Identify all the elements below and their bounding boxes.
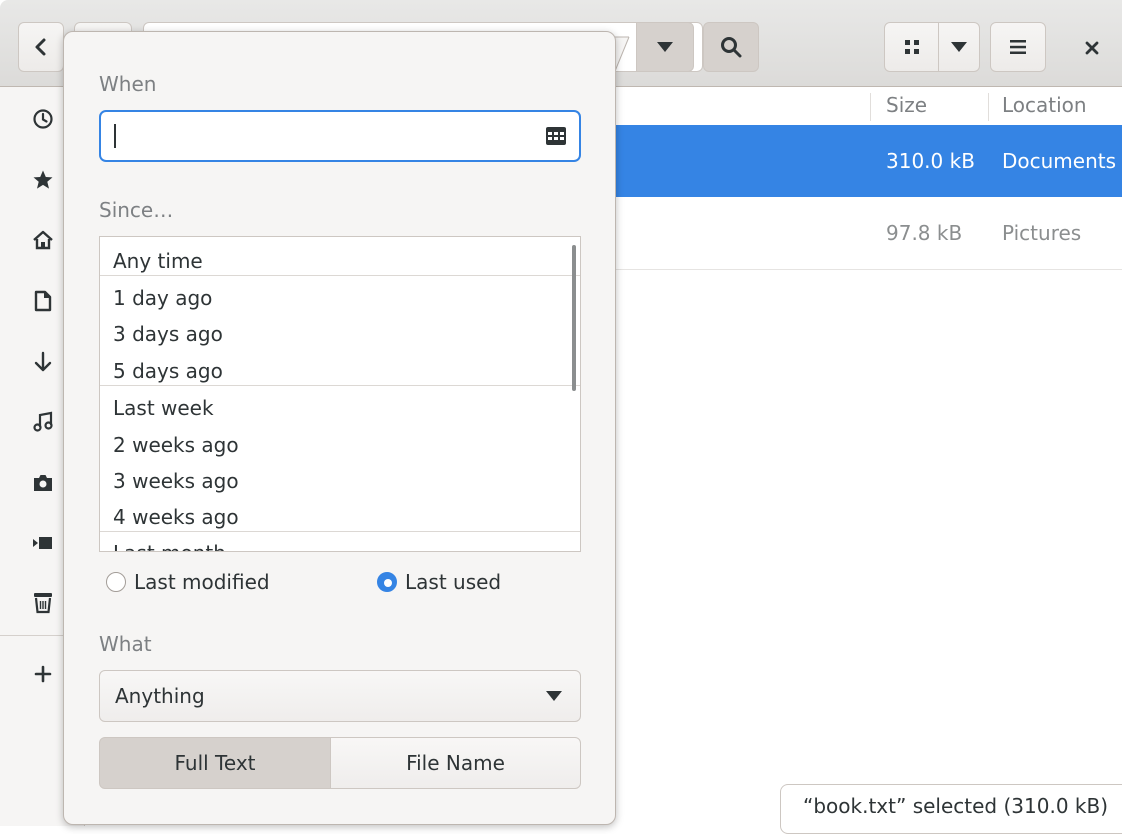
close-icon [1085,41,1099,55]
full-text-label: Full Text [174,751,256,775]
close-button[interactable] [1072,34,1112,62]
trash-icon [34,593,52,614]
chevron-left-icon [35,38,46,56]
back-button[interactable] [18,22,64,72]
type-dropdown[interactable]: Anything [99,670,581,722]
main-menu-button[interactable] [990,22,1046,72]
chevron-down-icon [951,42,967,52]
download-arrow-icon [34,351,52,372]
camera-icon [34,475,52,491]
path-dropdown-button[interactable] [636,22,694,72]
list-item[interactable]: 1 day ago [113,286,212,310]
radio-last-modified[interactable]: Last modified [106,568,270,596]
list-separator [100,275,580,276]
view-mode-button[interactable] [884,22,939,72]
radio-button[interactable] [106,572,126,592]
sidebar-item-trash[interactable] [30,589,56,615]
what-label: What [99,632,152,656]
search-filter-popover: When Since… Any time 1 day ago 3 days ag… [63,31,616,825]
type-dropdown-value: Anything [115,684,205,708]
radio-button[interactable] [377,572,397,592]
list-item[interactable]: 4 weeks ago [113,505,239,529]
radio-label: Last used [405,570,502,594]
home-icon [33,230,53,250]
list-item[interactable]: Any time [113,249,203,273]
radio-label: Last modified [134,570,270,594]
when-label: When [99,72,157,96]
calendar-icon[interactable] [545,125,567,147]
document-icon [34,290,52,312]
sidebar-item-downloads[interactable] [30,349,56,375]
column-separator [870,93,871,121]
star-icon [33,170,53,189]
list-item[interactable]: Last month [113,541,226,551]
column-separator [988,93,989,121]
sidebar-item-home[interactable] [30,227,56,253]
sidebar-item-music[interactable] [30,409,56,435]
plus-icon [34,665,52,683]
sidebar-item-other-locations[interactable] [30,661,56,687]
list-separator [100,385,580,386]
list-item[interactable]: 3 days ago [113,322,223,346]
chevron-down-icon [546,691,562,701]
list-separator [100,531,580,532]
column-header-location[interactable]: Location [1002,87,1087,125]
recent-clock-icon [33,109,53,129]
sidebar-item-starred[interactable] [30,167,56,193]
hamburger-menu-icon [1010,40,1026,54]
list-item[interactable]: 3 weeks ago [113,469,239,493]
since-list[interactable]: Any time 1 day ago 3 days ago 5 days ago… [99,236,581,552]
list-item[interactable]: Last week [113,396,214,420]
row-location: Documents [1002,149,1117,173]
column-header-size[interactable]: Size [886,87,927,125]
radio-last-used[interactable]: Last used [377,568,501,596]
status-bubble: “book.txt” selected (310.0 kB) [780,784,1122,834]
date-entry[interactable] [99,110,581,162]
file-name-label: File Name [406,751,505,775]
list-item[interactable]: 2 weeks ago [113,433,239,457]
file-name-button[interactable]: File Name [330,737,581,789]
view-options-button[interactable] [938,22,980,72]
row-size: 310.0 kB [886,149,975,173]
sidebar-item-recent[interactable] [30,106,56,132]
since-label: Since… [99,198,174,222]
sidebar-item-pictures[interactable] [30,470,56,496]
grid-view-icon [904,40,919,54]
row-location: Pictures [1002,221,1082,245]
sidebar-item-documents[interactable] [30,288,56,314]
list-item[interactable]: 5 days ago [113,359,223,383]
sidebar-item-videos[interactable] [30,530,56,556]
search-icon [721,37,742,58]
scrollbar[interactable] [572,245,576,391]
row-size: 97.8 kB [886,221,963,245]
video-icon [33,537,52,549]
full-text-button[interactable]: Full Text [99,737,331,789]
search-button[interactable] [703,22,759,72]
text-caret [114,124,116,148]
chevron-down-icon [657,42,673,52]
music-note-icon [33,411,53,432]
